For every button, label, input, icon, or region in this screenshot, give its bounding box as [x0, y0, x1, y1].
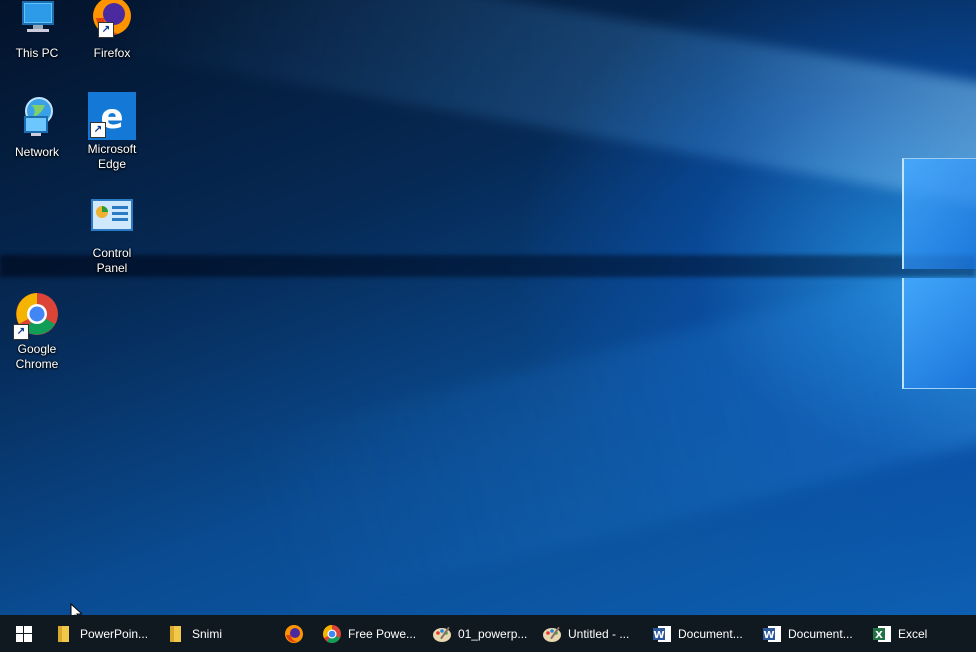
taskbar-item-paint-untitled[interactable]: Untitled - ... — [536, 615, 646, 652]
desktop-icon-google-chrome[interactable]: ↗ Google Chrome — [1, 292, 73, 372]
chrome-icon — [322, 624, 342, 644]
this-pc-label: This PC — [15, 46, 59, 60]
taskbar-item-word-document-2[interactable]: W Document... — [756, 615, 866, 652]
taskbar-item-label: Untitled - ... — [568, 626, 630, 641]
taskbar-item-label: Excel — [898, 626, 928, 641]
folder-icon — [54, 624, 74, 644]
taskbar-item-label: 01_powerp... — [458, 626, 528, 641]
word-icon: W — [762, 624, 782, 644]
network-label: Network — [14, 145, 59, 159]
taskbar-item-paint-01-powerpoint[interactable]: 01_powerp... — [426, 615, 536, 652]
desktop-icon-microsoft-edge[interactable]: e ↗ Microsoft Edge — [76, 92, 148, 172]
windows-logo-icon — [16, 625, 32, 642]
control-panel-icon — [88, 196, 136, 244]
desktop-icon-this-pc[interactable]: This PC — [1, 0, 73, 61]
edge-label: Microsoft Edge — [87, 142, 137, 171]
svg-text:W: W — [763, 630, 774, 641]
start-button[interactable] — [0, 615, 48, 652]
taskbar-item-label: Free Powe... — [348, 626, 417, 641]
mouse-pointer-icon — [70, 602, 84, 615]
taskbar-item-label: Document... — [678, 626, 743, 641]
svg-text:W: W — [653, 630, 664, 641]
taskbar-item-chrome[interactable]: Free Powe... — [316, 615, 426, 652]
desktop-icon-firefox[interactable]: ↗ Firefox — [76, 0, 148, 61]
folder-icon — [166, 624, 186, 644]
chrome-icon: ↗ — [13, 292, 61, 340]
shortcut-arrow-icon: ↗ — [90, 122, 106, 138]
windows-logo-light-top — [902, 158, 976, 269]
taskbar-item-word-document-1[interactable]: W Document... — [646, 615, 756, 652]
chrome-label: Google Chrome — [15, 342, 59, 371]
taskbar: PowerPoin... Snimi Free Powe... 01_power… — [0, 615, 976, 652]
taskbar-item-label: Snimi — [192, 626, 223, 641]
svg-text:X: X — [875, 630, 883, 641]
taskbar-item-excel[interactable]: X Excel — [866, 615, 956, 652]
taskbar-item-snimi-folder[interactable]: Snimi — [160, 615, 272, 652]
excel-icon: X — [872, 624, 892, 644]
taskbar-item-label: Document... — [788, 626, 853, 641]
paint-icon — [432, 624, 452, 644]
taskbar-item-firefox[interactable] — [272, 615, 316, 652]
taskbar-item-powerpoint-folder[interactable]: PowerPoin... — [48, 615, 160, 652]
windows-logo-light-bottom — [902, 278, 976, 389]
word-icon: W — [652, 624, 672, 644]
computer-icon — [13, 0, 61, 44]
shortcut-arrow-icon: ↗ — [13, 324, 29, 340]
taskbar-item-label: PowerPoin... — [80, 626, 149, 641]
firefox-icon: ↗ — [88, 0, 136, 44]
desktop-icon-control-panel[interactable]: Control Panel — [76, 196, 148, 276]
paint-icon — [542, 624, 562, 644]
firefox-label: Firefox — [93, 46, 131, 60]
control-panel-label: Control Panel — [92, 246, 132, 275]
shortcut-arrow-icon: ↗ — [98, 22, 114, 38]
edge-icon: e ↗ — [88, 92, 136, 140]
network-icon — [13, 95, 61, 143]
desktop-wallpaper[interactable]: This PC ↗ Firefox Network e ↗ Microsoft … — [0, 0, 976, 615]
desktop-icon-network[interactable]: Network — [1, 95, 73, 160]
firefox-icon — [284, 624, 304, 644]
